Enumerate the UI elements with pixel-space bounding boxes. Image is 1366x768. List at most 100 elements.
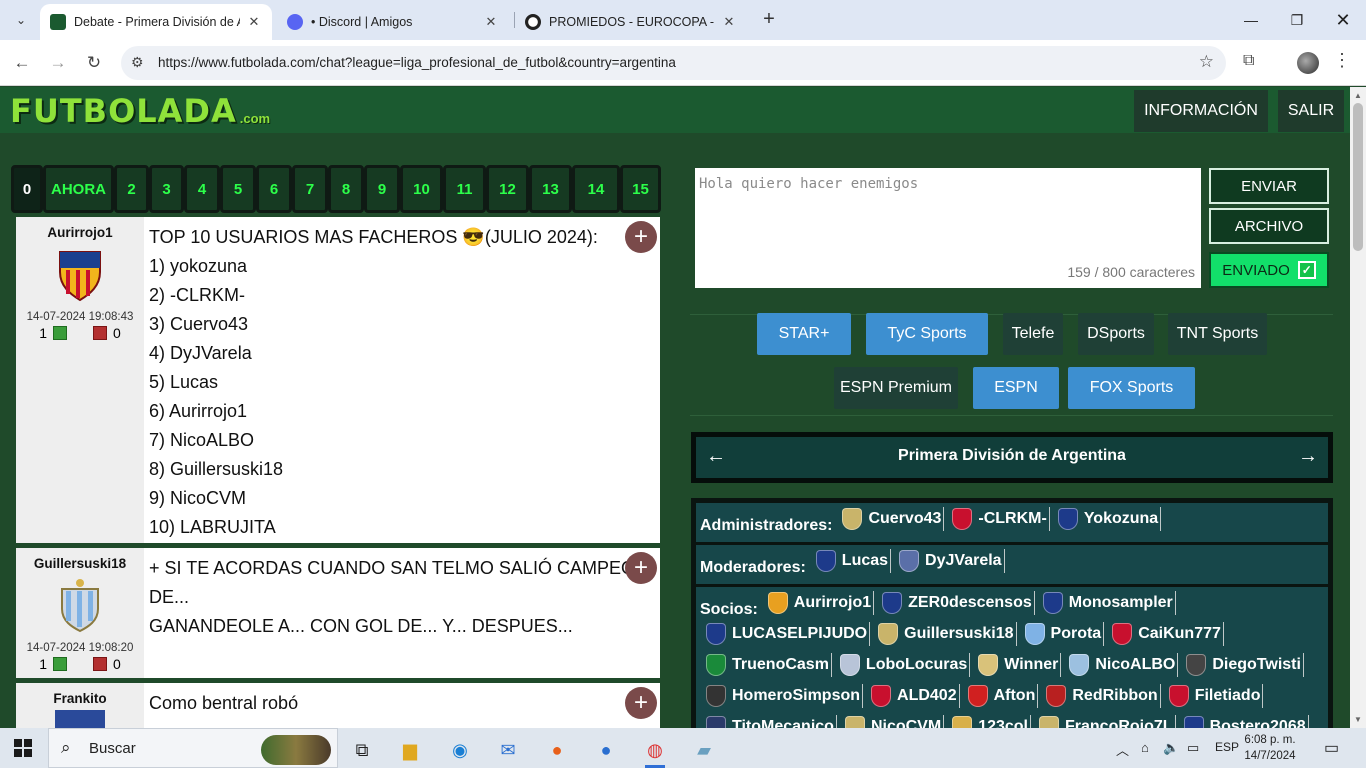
next-league-arrow-icon[interactable]: → [1298, 445, 1318, 468]
page-button[interactable]: 5 [220, 165, 256, 213]
tab-search-chevron-icon[interactable]: ⌄ [7, 6, 35, 34]
member-name[interactable]: RedRibbon [1072, 684, 1157, 708]
reply-plus-button[interactable]: + [625, 221, 657, 253]
scroll-down-icon[interactable]: ▼ [1354, 715, 1362, 724]
profile-avatar[interactable] [1297, 52, 1319, 74]
firefox-icon[interactable]: ● [537, 732, 577, 768]
member-name[interactable]: Lucas [842, 549, 888, 573]
member-name[interactable]: Filetiado [1195, 684, 1261, 708]
member-name[interactable]: HomeroSimpson [732, 684, 860, 708]
post-author[interactable]: Frankito [16, 691, 144, 706]
member-name[interactable]: ALD402 [897, 684, 957, 708]
roster-member[interactable]: LUCASELPIJUDO [700, 622, 871, 646]
roster-member[interactable]: CaiKun777 [1106, 622, 1224, 646]
network-icon[interactable]: ⌂ [1141, 740, 1149, 755]
roster-member[interactable]: Guillersuski18 [872, 622, 1017, 646]
channel-star-plus[interactable]: STAR+ [757, 313, 851, 355]
file-explorer-icon[interactable]: ▆ [390, 732, 430, 768]
roster-member[interactable]: Porota [1019, 622, 1105, 646]
page-button[interactable]: 8 [328, 165, 364, 213]
tab-discord[interactable]: • Discord | Amigos ✕ [277, 4, 509, 40]
scrollbar-thumb[interactable] [1353, 103, 1363, 251]
member-name[interactable]: 123col [978, 715, 1028, 728]
member-name[interactable]: Aurirrojo1 [794, 591, 871, 615]
member-name[interactable]: Winner [1004, 653, 1058, 677]
member-name[interactable]: NicoALBO [1095, 653, 1175, 677]
roster-member[interactable]: LoboLocuras [834, 653, 971, 677]
member-name[interactable]: FrancoRojo7L [1065, 715, 1173, 728]
roster-member[interactable]: Aurirrojo1 [762, 591, 875, 615]
member-name[interactable]: Afton [994, 684, 1036, 708]
member-name[interactable]: LUCASELPIJUDO [732, 622, 867, 646]
page-button[interactable]: 11 [443, 165, 486, 213]
thumbs-down-icon[interactable] [93, 657, 107, 671]
page-button[interactable]: 7 [292, 165, 328, 213]
member-name[interactable]: CaiKun777 [1138, 622, 1221, 646]
member-name[interactable]: TruenoCasm [732, 653, 829, 677]
info-button[interactable]: INFORMACIÓN [1134, 90, 1268, 132]
logout-button[interactable]: SALIR [1278, 90, 1344, 132]
reload-icon[interactable]: ↻ [80, 49, 108, 77]
page-button[interactable]: 10 [400, 165, 443, 213]
chrome-icon[interactable]: ◍ [635, 732, 675, 768]
reply-plus-button[interactable]: + [625, 687, 657, 719]
tab-promiedos[interactable]: PROMIEDOS - EUROCOPA - FIX ✕ [515, 4, 747, 40]
reply-plus-button[interactable]: + [625, 552, 657, 584]
channel-tnt-sports[interactable]: TNT Sports [1168, 313, 1267, 355]
close-window-icon[interactable]: ✕ [1320, 0, 1366, 40]
member-name[interactable]: Bostero2068 [1210, 715, 1306, 728]
channel-tyc-sports[interactable]: TyC Sports [866, 313, 988, 355]
roster-member[interactable]: FrancoRojo7L [1033, 715, 1176, 728]
notepad-icon[interactable]: ▰ [684, 732, 724, 768]
taskbar-search-box[interactable]: ⌕ Buscar [48, 728, 338, 768]
roster-member[interactable]: NicoCVM [839, 715, 945, 728]
url-text[interactable]: https://www.futbolada.com/chat?league=li… [158, 55, 676, 70]
task-view-icon[interactable]: ⧉ [342, 732, 382, 768]
member-name[interactable]: LoboLocuras [866, 653, 967, 677]
post-author[interactable]: Guillersuski18 [16, 556, 144, 571]
roster-member[interactable]: DiegoTwisti [1180, 653, 1304, 677]
roster-member[interactable]: -CLRKM- [946, 507, 1050, 531]
page-scrollbar[interactable]: ▲ ▼ [1350, 87, 1366, 728]
member-name[interactable]: Guillersuski18 [904, 622, 1013, 646]
page-button[interactable]: 4 [184, 165, 220, 213]
page-button[interactable]: 12 [486, 165, 529, 213]
scroll-up-icon[interactable]: ▲ [1354, 91, 1362, 100]
member-name[interactable]: Monosampler [1069, 591, 1173, 615]
member-name[interactable]: ZER0descensos [908, 591, 1032, 615]
close-tab-icon[interactable]: ✕ [721, 14, 737, 30]
thunderbird-icon[interactable]: ● [586, 732, 626, 768]
minimize-icon[interactable]: — [1228, 0, 1274, 40]
page-button[interactable]: 14 [572, 165, 620, 213]
member-name[interactable]: DyJVarela [925, 549, 1002, 573]
new-tab-icon[interactable]: + [758, 8, 780, 30]
tab-debate[interactable]: Debate - Primera División de Ar ✕ [40, 4, 272, 40]
windows-start-icon[interactable] [14, 739, 32, 757]
language-indicator[interactable]: ESP [1215, 740, 1239, 754]
restore-icon[interactable]: ❐ [1274, 0, 1320, 40]
roster-member[interactable]: 123col [946, 715, 1031, 728]
forward-arrow-icon[interactable]: → [44, 49, 72, 77]
show-hidden-icons-chevron-icon[interactable]: ︿ [1116, 740, 1129, 759]
roster-member[interactable]: Lucas [810, 549, 892, 573]
thumbs-down-icon[interactable] [93, 326, 107, 340]
member-name[interactable]: -CLRKM- [978, 507, 1046, 531]
roster-member[interactable]: NicoALBO [1063, 653, 1179, 677]
back-arrow-icon[interactable]: ← [8, 49, 36, 77]
roster-member[interactable]: Filetiado [1163, 684, 1264, 708]
roster-member[interactable]: Bostero2068 [1178, 715, 1309, 728]
extensions-puzzle-icon[interactable]: ⧉ [1243, 52, 1254, 70]
roster-member[interactable]: ALD402 [865, 684, 960, 708]
channel-espn[interactable]: ESPN [973, 367, 1059, 409]
futbolada-logo[interactable]: FUTBOLADA .com [10, 91, 270, 131]
page-button[interactable]: 15 [620, 165, 661, 213]
member-name[interactable]: Porota [1051, 622, 1102, 646]
page-button[interactable]: 3 [149, 165, 184, 213]
page-button[interactable]: 6 [256, 165, 292, 213]
roster-member[interactable]: Afton [962, 684, 1039, 708]
post-author[interactable]: Aurirrojo1 [16, 225, 144, 240]
page-button-now[interactable]: AHORA [43, 165, 114, 213]
roster-member[interactable]: TitoMecanico [700, 715, 837, 728]
bookmark-star-icon[interactable]: ☆ [1199, 52, 1214, 72]
roster-member[interactable]: ZER0descensos [876, 591, 1035, 615]
